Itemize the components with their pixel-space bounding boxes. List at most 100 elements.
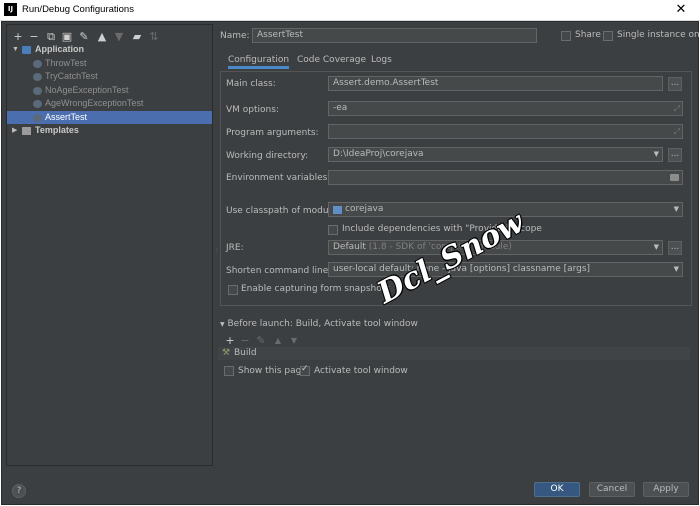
main-class-input[interactable]: Assert.demo.AssertTest <box>328 76 663 91</box>
working-directory-label: Working directory: <box>226 151 309 161</box>
activate-tool-window-checkbox[interactable] <box>300 364 310 376</box>
jre-value: Default <box>333 242 366 252</box>
tree-node-label: Application <box>35 44 84 54</box>
single-instance-label: Single instance only <box>617 30 700 40</box>
program-arguments-label: Program arguments: <box>226 128 319 138</box>
jre-detail: (1.8 - SDK of 'corejava' module) <box>368 242 512 252</box>
folder-icon[interactable] <box>670 174 679 181</box>
tree-node-label: NoAgeExceptionTest <box>45 84 129 95</box>
tree-node-agewrongexceptiontest[interactable]: AgeWrongExceptionTest <box>7 97 212 111</box>
collapse-arrow-icon[interactable]: ▶ <box>12 124 20 138</box>
before-launch-task-list: ⚒ Build <box>218 347 690 360</box>
include-dependencies-label: Include dependencies with "Provided" sco… <box>342 224 542 234</box>
shorten-command-line-label: Shorten command line: <box>226 266 332 276</box>
classpath-module-label: Use classpath of module: <box>226 206 340 216</box>
configurations-tree-pane: + − ⧉ ▣ ✎ ▲ ▼ ▰ ⇅ ▼ Application ThrowTes… <box>6 24 213 466</box>
working-directory-input[interactable]: D:\IdeaProj\corejava ▼ <box>328 147 663 162</box>
shorten-command-line-select[interactable]: user-local default: none - java [options… <box>328 262 683 277</box>
jre-label: JRE: <box>226 243 244 253</box>
tab-configuration[interactable]: Configuration <box>228 55 290 69</box>
window-title: Run/Debug Configurations <box>22 4 134 15</box>
configurations-tree: ▼ Application ThrowTest TryCatchTest NoA… <box>7 43 212 138</box>
capture-snapshots-label: Enable capturing form snapshots <box>241 284 390 294</box>
tree-node-label: AgeWrongExceptionTest <box>45 98 144 108</box>
add-task-icon[interactable]: + <box>224 335 236 347</box>
tree-node-label: AssertTest <box>45 111 88 122</box>
edit-task-icon[interactable]: ✎ <box>255 335 267 347</box>
folder-icon[interactable]: ▰ <box>131 31 143 43</box>
tree-node-application[interactable]: ▼ Application <box>7 43 212 57</box>
main-class-label: Main class: <box>226 79 276 89</box>
show-this-page-checkbox[interactable] <box>224 366 234 376</box>
tab-code-coverage[interactable]: Code Coverage <box>297 55 366 69</box>
move-down-icon[interactable]: ▼ <box>113 31 125 43</box>
move-task-down-icon[interactable]: ▼ <box>288 335 300 347</box>
tree-node-asserttest[interactable]: AssertTest <box>7 110 212 124</box>
classpath-module-value: corejava <box>345 204 384 214</box>
main-class-browse-button[interactable]: ... <box>668 77 682 91</box>
chevron-down-icon: ▼ <box>653 243 659 251</box>
application-icon <box>22 46 31 54</box>
tree-node-label: Templates <box>35 125 79 135</box>
module-icon <box>333 206 342 214</box>
java-class-icon <box>33 100 42 108</box>
tree-node-templates[interactable]: ▶ Templates <box>7 124 212 138</box>
sort-icon[interactable]: ⇅ <box>148 31 160 43</box>
before-launch-title: Before launch: Build, Activate tool wind… <box>227 319 418 329</box>
program-arguments-input[interactable]: ⤢ <box>328 124 683 139</box>
jre-browse-button[interactable]: ... <box>668 241 682 255</box>
add-icon[interactable]: + <box>12 31 24 43</box>
move-up-icon[interactable]: ▲ <box>96 31 108 43</box>
hammer-icon: ⚒ <box>222 348 231 358</box>
tree-node-throwtest[interactable]: ThrowTest <box>7 57 212 71</box>
capture-snapshots-checkbox[interactable] <box>228 285 238 295</box>
java-class-icon <box>33 113 42 122</box>
remove-icon[interactable]: − <box>28 31 40 43</box>
classpath-module-select[interactable]: corejava ▼ <box>328 202 683 217</box>
java-class-icon <box>33 86 42 95</box>
collapse-arrow-icon[interactable]: ▼ <box>220 321 225 328</box>
ok-button[interactable]: OK <box>534 482 580 497</box>
move-task-up-icon[interactable]: ▲ <box>272 335 284 347</box>
share-label: Share <box>575 30 601 40</box>
share-checkbox[interactable] <box>561 31 571 41</box>
expand-icon[interactable]: ⤢ <box>674 102 680 115</box>
pane-splitter-handle[interactable]: ⋮ <box>214 247 220 255</box>
working-directory-value: D:\IdeaProj\corejava <box>333 149 424 159</box>
window-close-button[interactable]: ✕ <box>662 0 700 21</box>
before-launch-header[interactable]: ▼ Before launch: Build, Activate tool wi… <box>220 319 418 329</box>
vm-options-label: VM options: <box>226 105 279 115</box>
name-label: Name: <box>220 31 250 41</box>
tree-node-label: ThrowTest <box>45 57 87 68</box>
environment-variables-label: Environment variables: <box>226 173 331 183</box>
jre-select[interactable]: Default (1.8 - SDK of 'corejava' module)… <box>328 240 663 255</box>
show-this-page-label: Show this page <box>238 366 307 376</box>
environment-variables-input[interactable] <box>328 170 683 185</box>
include-dependencies-checkbox[interactable] <box>328 225 338 235</box>
tab-logs[interactable]: Logs <box>371 55 392 69</box>
task-label: Build <box>234 348 257 358</box>
tree-node-trycatchtest[interactable]: TryCatchTest <box>7 70 212 84</box>
vm-options-value: -ea <box>333 103 348 113</box>
copy-icon[interactable]: ⧉ <box>45 31 57 43</box>
expand-icon[interactable]: ⤢ <box>674 125 680 138</box>
tree-node-noageexceptiontest[interactable]: NoAgeExceptionTest <box>7 84 212 98</box>
vm-options-input[interactable]: -ea ⤢ <box>328 101 683 116</box>
cancel-button[interactable]: Cancel <box>589 482 635 497</box>
java-class-icon <box>33 59 42 68</box>
templates-icon <box>22 127 31 135</box>
name-input[interactable]: AssertTest <box>252 28 537 43</box>
help-button[interactable]: ? <box>12 484 26 498</box>
activate-tool-window-label: Activate tool window <box>314 366 408 376</box>
chevron-down-icon[interactable]: ▼ <box>654 148 659 161</box>
remove-task-icon[interactable]: − <box>239 335 251 347</box>
single-instance-checkbox[interactable] <box>603 31 613 41</box>
tree-node-label: TryCatchTest <box>45 71 98 81</box>
intellij-app-icon: IJ <box>4 3 17 16</box>
chevron-down-icon: ▼ <box>673 205 679 213</box>
save-icon[interactable]: ▣ <box>61 31 73 43</box>
working-directory-browse-button[interactable]: ... <box>668 148 682 162</box>
expand-arrow-icon[interactable]: ▼ <box>12 43 20 57</box>
apply-button[interactable]: Apply <box>643 482 689 497</box>
wrench-icon[interactable]: ✎ <box>78 31 90 43</box>
